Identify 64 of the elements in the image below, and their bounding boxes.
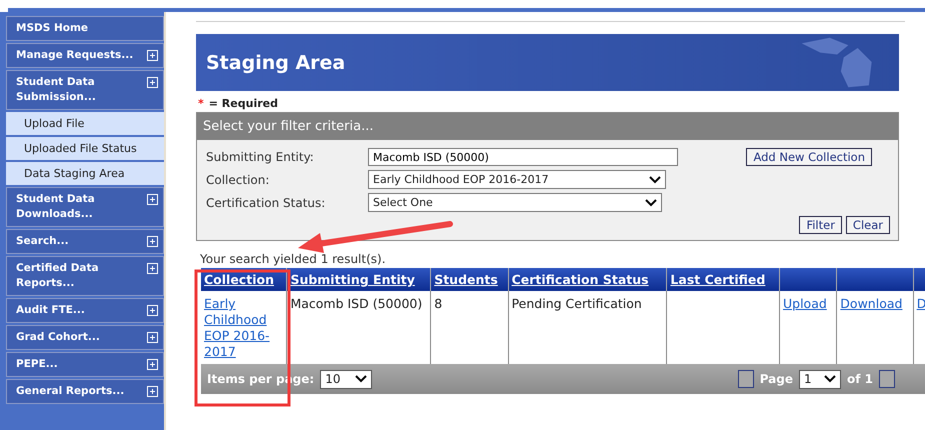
menu-item[interactable]: Manage Requests... xyxy=(6,43,164,68)
submenu-item[interactable]: Data Staging Area xyxy=(6,162,164,185)
column-header xyxy=(780,268,837,291)
chevron-icon xyxy=(649,176,661,184)
chevron-icon xyxy=(645,198,657,206)
menu-label: Certified Data Reports... xyxy=(16,261,100,291)
dropdown[interactable]: Select One xyxy=(368,193,662,212)
chevron-icon xyxy=(355,375,368,383)
field-label: Certification Status: xyxy=(206,196,326,210)
action-link[interactable]: Upload xyxy=(783,296,827,311)
chevron-icon xyxy=(824,375,836,383)
entity-field[interactable]: Macomb ISD (50000) xyxy=(368,148,678,166)
menu-label: Manage Requests... xyxy=(16,48,134,63)
menu-item[interactable]: Grad Cohort... xyxy=(6,325,164,350)
menu-label: Student Data Submission... xyxy=(16,75,97,105)
menu-item[interactable]: Certified Data Reports... xyxy=(6,256,164,296)
expand-icon[interactable] xyxy=(147,359,158,370)
action-link[interactable]: Download xyxy=(840,296,902,311)
page-count: of 1 xyxy=(847,372,873,386)
dropdown[interactable]: Early Childhood EOP 2016-2017 xyxy=(368,170,666,189)
menu-item[interactable]: Student Data Submission... xyxy=(6,70,164,110)
page-title: Staging Area xyxy=(206,52,346,74)
menu-label: Grad Cohort... xyxy=(16,330,100,345)
submenu-item[interactable]: Uploaded File Status xyxy=(6,137,164,160)
page-size-dropdown[interactable]: 10 xyxy=(320,370,372,388)
expand-icon[interactable] xyxy=(147,305,158,316)
field-label: Collection: xyxy=(206,172,270,186)
expand-icon[interactable] xyxy=(147,236,158,247)
field-label: Submitting Entity: xyxy=(206,150,315,164)
menu-label: Search... xyxy=(16,234,69,249)
menu-item[interactable]: General Reports... xyxy=(6,379,164,404)
submenu-item[interactable]: Upload File xyxy=(6,112,164,135)
menu-label: Audit FTE... xyxy=(16,303,85,318)
filter-button[interactable]: Clear xyxy=(846,216,890,234)
menu-item[interactable]: Audit FTE... xyxy=(6,298,164,323)
column-header[interactable]: Last Certified xyxy=(666,268,780,291)
previous-page-button[interactable] xyxy=(738,370,754,388)
required-note: = Required xyxy=(208,97,278,110)
menu-item[interactable]: Student Data Downloads... xyxy=(6,187,164,227)
menu-label: MSDS Home xyxy=(16,21,88,36)
menu-label: PEPE... xyxy=(16,357,58,372)
page-dropdown[interactable]: 1 xyxy=(799,370,841,388)
add-collection-button[interactable]: Add New Collection xyxy=(746,148,872,166)
filter-button[interactable]: Filter xyxy=(799,216,842,234)
collection-link[interactable]: Early Childhood EOP 2016-2017 xyxy=(204,296,284,360)
next-page-button[interactable] xyxy=(879,370,895,388)
result-count: Your search yielded 1 result(s). xyxy=(200,252,387,266)
expand-icon[interactable] xyxy=(147,77,158,88)
expand-icon[interactable] xyxy=(147,50,158,61)
column-header[interactable]: Submitting Entity xyxy=(286,268,431,291)
menu-item[interactable]: MSDS Home xyxy=(6,16,164,41)
expand-icon[interactable] xyxy=(147,263,158,274)
menu-label: General Reports... xyxy=(16,384,124,399)
expand-icon[interactable] xyxy=(147,332,158,343)
menu-item[interactable]: PEPE... xyxy=(6,352,164,377)
menu-item[interactable]: Search... xyxy=(6,229,164,254)
filter-header: Select your filter criteria... xyxy=(197,113,898,140)
page-label: Page xyxy=(760,372,793,386)
column-header[interactable]: Students xyxy=(430,268,508,291)
expand-icon[interactable] xyxy=(147,194,158,205)
menu-label: Student Data Downloads... xyxy=(16,192,96,222)
column-header[interactable]: Certification Status xyxy=(508,268,667,291)
required-mark: * xyxy=(198,97,204,110)
expand-icon[interactable] xyxy=(147,386,158,397)
